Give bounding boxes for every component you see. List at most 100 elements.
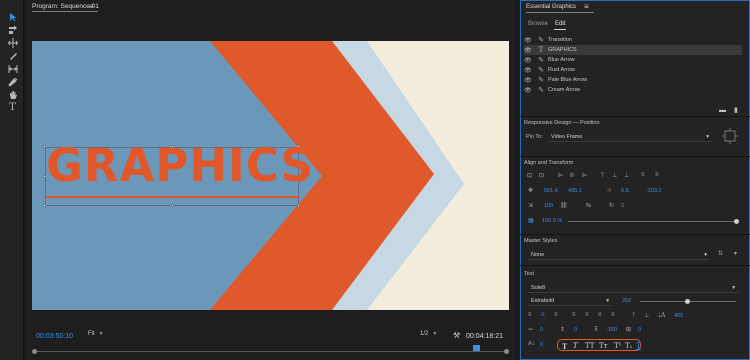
align-right-icon[interactable]: ⊫ (582, 172, 587, 179)
opacity-slider[interactable] (568, 221, 736, 222)
push-style-icon[interactable]: ⇅ (718, 250, 723, 257)
all-caps-button[interactable]: TT (585, 342, 594, 350)
layer-row[interactable]: 👁 ✎ Transition (524, 35, 742, 45)
pin-anchor-widget[interactable] (722, 128, 738, 144)
align-text-left-icon[interactable]: ≡ (528, 312, 532, 318)
panel-menu-icon[interactable]: ≡ (89, 2, 94, 11)
align-middle-icon[interactable]: ⊥ (612, 172, 617, 179)
zoom-select[interactable]: Fit ▼ (86, 331, 118, 341)
align-horizontal-icon[interactable]: ⊡ (539, 172, 544, 179)
scale-value[interactable]: 100 (544, 203, 553, 209)
slip-tool-icon[interactable] (7, 63, 18, 74)
chevron-down-icon[interactable]: ▾ (734, 250, 737, 257)
selection-tool-icon[interactable] (7, 11, 18, 22)
eye-icon[interactable]: 👁 (524, 47, 534, 54)
anchor-y-value[interactable]: -103.2 (646, 188, 662, 194)
razor-tool-icon[interactable] (7, 50, 18, 61)
program-monitor-panel: Program: Sequence 01 ≡ GRAPHICS 00:03:50… (26, 0, 514, 360)
text-top-icon[interactable]: ⊤ (631, 312, 636, 319)
playhead[interactable] (473, 345, 480, 351)
align-vertical-icon[interactable]: ⊡ (527, 172, 532, 179)
essential-graphics-title[interactable]: Essential Graphics (526, 4, 576, 10)
align-bottom-icon[interactable]: ⊥ (624, 172, 629, 179)
tools-panel: T (0, 0, 24, 360)
tracking-value[interactable]: 400 (674, 313, 683, 319)
faux-italic-button[interactable]: T (573, 342, 578, 350)
justify-center-icon[interactable]: ≡ (585, 312, 589, 318)
layer-row[interactable]: 👁 ✎ Blue Arrow (524, 55, 742, 65)
track-select-tool-icon[interactable] (7, 24, 18, 35)
tab-browse[interactable]: Browse (528, 21, 548, 27)
type-tool-icon[interactable]: T (7, 102, 18, 113)
eye-icon[interactable]: 👁 (524, 57, 534, 64)
align-center-icon[interactable]: ⊪ (570, 172, 575, 179)
layer-row[interactable]: 👁 ✎ Pale Blue Arrow (524, 75, 742, 85)
resize-handle[interactable] (171, 204, 174, 207)
small-caps-button[interactable]: Tт (599, 342, 608, 350)
position-y-value[interactable]: 495.1 (568, 188, 582, 194)
master-styles-dropdown[interactable]: None ▾ (528, 250, 710, 260)
eye-icon[interactable]: 👁 (524, 37, 534, 44)
layer-row[interactable]: 👁 ✎ Rust Arrow (524, 65, 742, 75)
underline-button[interactable]: T (636, 342, 641, 350)
align-text-right-icon[interactable]: ≡ (554, 312, 558, 318)
rotation-value[interactable]: 0 (621, 203, 624, 209)
pin-to-dropdown[interactable]: Video Frame ▾ (548, 132, 712, 142)
panel-menu-icon[interactable]: ≡ (584, 2, 589, 11)
hand-tool-icon[interactable] (7, 89, 18, 100)
kerning-value[interactable]: 0 (540, 327, 543, 333)
distribute-horizontal-icon[interactable]: ≡ (641, 172, 645, 178)
layer-row[interactable]: 👁 T GRAPHICS (524, 45, 742, 55)
scrub-bar[interactable] (34, 351, 508, 352)
font-size-value[interactable]: 202 (622, 298, 631, 304)
justify-all-icon[interactable]: ≡ (611, 312, 615, 318)
font-weight-dropdown[interactable]: Extrabold ▾ (528, 296, 612, 306)
section-divider (520, 265, 750, 266)
faux-bold-button[interactable]: T (562, 342, 567, 351)
pen-tool-icon[interactable] (7, 76, 18, 87)
layer-row[interactable]: 👁 ✎ Cream Arrow (524, 85, 742, 95)
align-left-icon[interactable]: ⊫ (558, 172, 563, 179)
distribute-vertical-icon[interactable]: ≡ (655, 172, 659, 178)
leading-value[interactable]: 0 (574, 327, 577, 333)
font-dropdown[interactable]: Sole8 ▾ (528, 283, 738, 293)
superscript-button[interactable]: T¹ (614, 342, 621, 350)
eye-icon[interactable]: 👁 (524, 77, 534, 84)
ripple-edit-tool-icon[interactable] (7, 37, 18, 48)
opacity-icon: ▦ (528, 218, 534, 224)
folder-icon[interactable]: ▬ (719, 107, 726, 114)
align-top-icon[interactable]: ⊤ (600, 172, 605, 179)
tab-active-underline (554, 29, 566, 30)
font-weight-value: Extrabold (531, 297, 555, 304)
trash-icon[interactable]: ▮ (734, 106, 738, 114)
link-icon[interactable]: ⛓ (560, 202, 568, 209)
tab-width-value[interactable]: 0 (638, 327, 641, 333)
wrench-icon[interactable]: ⚒ (453, 331, 460, 340)
tsume-value[interactable]: -150 (606, 327, 617, 333)
opacity-slider-knob[interactable] (734, 219, 739, 224)
justify-left-icon[interactable]: ≡ (572, 312, 576, 318)
baseline-shift-value[interactable]: 0 (540, 342, 543, 348)
align-text-center-icon[interactable]: ≡ (541, 312, 545, 318)
graphics-title-text[interactable]: GRAPHICS (46, 143, 314, 188)
tab-edit[interactable]: Edit (555, 21, 565, 27)
subscript-button[interactable]: T₁ (625, 342, 632, 350)
resize-handle[interactable] (43, 204, 46, 207)
current-timecode[interactable]: 00:03:50:10 (36, 333, 73, 340)
font-size-slider-knob[interactable] (685, 299, 690, 304)
chevron-down-icon: ▾ (706, 133, 709, 140)
resolution-select-value: 1/2 (420, 331, 429, 337)
justify-right-icon[interactable]: ≡ (598, 312, 602, 318)
video-canvas[interactable]: GRAPHICS (32, 41, 509, 310)
resize-handle[interactable] (297, 204, 300, 207)
opacity-value[interactable]: 100.0 % (542, 218, 562, 224)
resolution-select[interactable]: 1/2 ▼ (418, 331, 442, 341)
text-middle-icon[interactable]: ⊥ (644, 312, 649, 319)
chevron-down-icon: ▼ (432, 331, 438, 337)
position-x-value[interactable]: 561.4, (544, 188, 559, 194)
eye-icon[interactable]: 👁 (524, 87, 534, 94)
eye-icon[interactable]: 👁 (524, 67, 534, 74)
scrub-start-handle[interactable] (32, 349, 37, 354)
anchor-x-value[interactable]: 6.8, (621, 188, 630, 194)
scrub-end-handle[interactable] (504, 349, 509, 354)
